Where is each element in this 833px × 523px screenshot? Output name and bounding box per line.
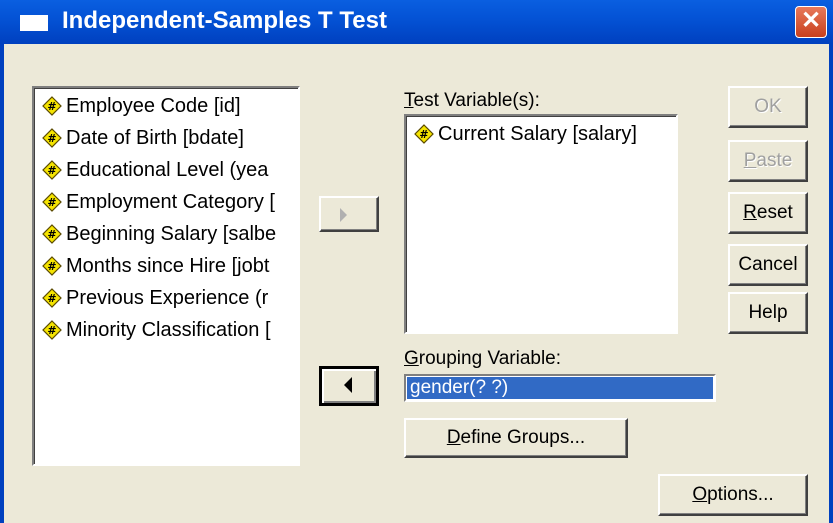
define-groups-mnemonic: D bbox=[446, 427, 461, 448]
list-item-label: Minority Classification [ bbox=[66, 318, 271, 341]
window-title: Independent-Samples T Test bbox=[62, 7, 387, 34]
scale-variable-icon bbox=[42, 128, 62, 148]
list-item-label: Previous Experience (r bbox=[66, 286, 269, 309]
list-item-label: Date of Birth [bdate] bbox=[66, 126, 244, 149]
move-to-test-button[interactable] bbox=[319, 196, 379, 232]
list-item[interactable]: Months since Hire [jobt bbox=[42, 252, 269, 280]
window-frame-left bbox=[0, 44, 4, 523]
move-from-grouping-button[interactable] bbox=[319, 366, 379, 406]
scale-variable-icon bbox=[42, 96, 62, 116]
close-button[interactable]: ✕ bbox=[795, 6, 827, 38]
window-icon bbox=[20, 15, 48, 31]
scale-variable-icon bbox=[42, 288, 62, 308]
list-item[interactable]: Minority Classification [ bbox=[42, 316, 271, 344]
source-variable-list[interactable]: Employee Code [id] Date of Birth [bdate] E… bbox=[32, 86, 300, 466]
list-item[interactable]: Beginning Salary [salbe bbox=[42, 220, 276, 248]
test-variable-list[interactable]: Current Salary [salary] bbox=[404, 114, 678, 334]
grouping-variable-field[interactable]: gender(? ?) bbox=[404, 374, 716, 402]
scale-variable-icon bbox=[42, 256, 62, 276]
list-item-label: Months since Hire [jobt bbox=[66, 254, 270, 277]
dialog-window: Independent-Samples T Test ✕ Employee Co… bbox=[0, 0, 833, 523]
grouping-variable-value: gender(? ?) bbox=[407, 377, 713, 399]
list-item[interactable]: Employee Code [id] bbox=[42, 92, 241, 120]
list-item[interactable]: Current Salary [salary] bbox=[414, 120, 637, 148]
title-bar[interactable]: Independent-Samples T Test ✕ bbox=[0, 0, 833, 44]
options-button[interactable]: Options... bbox=[658, 474, 808, 516]
list-item[interactable]: Previous Experience (r bbox=[42, 284, 268, 312]
define-groups-button[interactable]: Define Groups... bbox=[404, 418, 628, 458]
reset-button[interactable]: Reset bbox=[728, 192, 808, 234]
list-item-label: Employment Category [ bbox=[66, 190, 275, 213]
cancel-button[interactable]: Cancel bbox=[728, 244, 808, 286]
window-frame-right bbox=[829, 44, 833, 523]
list-item-label: Beginning Salary [salbe bbox=[66, 222, 277, 245]
scale-variable-icon bbox=[42, 320, 62, 340]
list-item[interactable]: Date of Birth [bdate] bbox=[42, 124, 244, 152]
list-item-label: Employee Code [id] bbox=[66, 94, 241, 117]
scale-variable-icon bbox=[42, 192, 62, 212]
paste-button[interactable]: Paste bbox=[728, 140, 808, 182]
ok-button[interactable]: OK bbox=[728, 86, 808, 128]
list-item-label: Current Salary [salary] bbox=[438, 122, 637, 145]
arrow-left-icon bbox=[344, 377, 352, 393]
list-item-label: Educational Level (yea bbox=[66, 158, 269, 181]
grouping-variable-label: Grouping Variable: bbox=[404, 348, 562, 369]
scale-variable-icon bbox=[42, 224, 62, 244]
test-variables-label: Test Variable(s): bbox=[404, 90, 540, 111]
arrow-right-icon bbox=[340, 208, 347, 222]
list-item[interactable]: Educational Level (yea bbox=[42, 156, 268, 184]
scale-variable-icon bbox=[414, 124, 434, 144]
scale-variable-icon bbox=[42, 160, 62, 180]
list-item[interactable]: Employment Category [ bbox=[42, 188, 275, 216]
help-button[interactable]: Help bbox=[728, 292, 808, 334]
